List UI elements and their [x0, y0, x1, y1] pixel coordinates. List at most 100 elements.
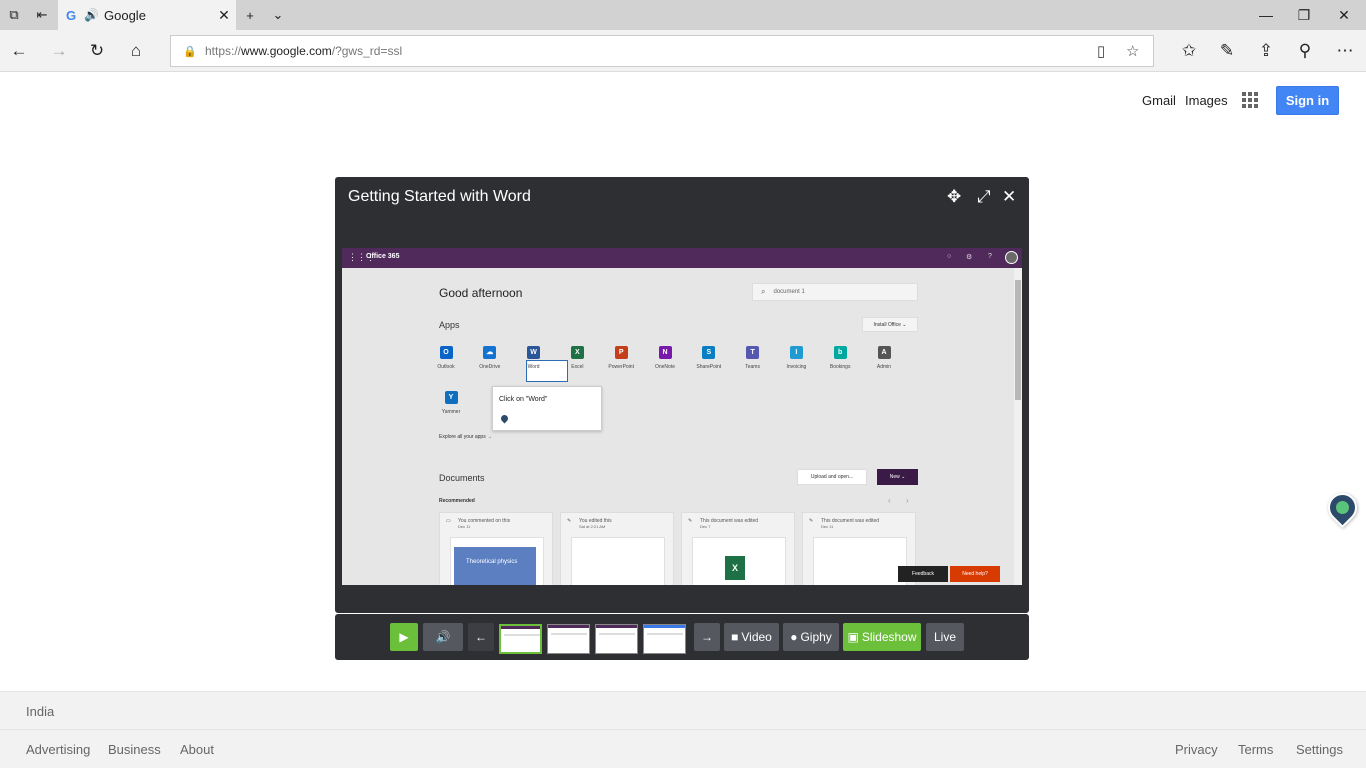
- office-app-tile[interactable]: X Excel: [557, 346, 597, 370]
- extension-badge-icon[interactable]: [1321, 486, 1364, 529]
- office-app-tile[interactable]: S SharePoint: [689, 346, 729, 370]
- step-thumbnail-1[interactable]: [499, 624, 542, 654]
- new-document-button[interactable]: New ⌄: [877, 469, 918, 485]
- address-bar[interactable]: 🔒 https:// www.google.com /?gws_rd=ssl ▯…: [170, 35, 1154, 67]
- footer-country-bar: India: [0, 691, 1366, 730]
- app-icon: T: [746, 346, 760, 359]
- footer-links: Advertising Business About Privacy Terms…: [0, 730, 1366, 768]
- tutorial-controls: ▶ 🔊 ← → ■ Video ● Giphy ▣ Slideshow Live: [335, 614, 1029, 660]
- more-options-icon[interactable]: ⋯: [1330, 36, 1360, 66]
- step-thumbnail-2[interactable]: [547, 624, 590, 654]
- explore-apps-link[interactable]: Explore all your apps →: [439, 434, 492, 440]
- install-office-button[interactable]: Install Office ⌄: [862, 317, 918, 332]
- footer-business-link[interactable]: Business: [108, 742, 161, 757]
- upload-open-button[interactable]: Upload and open...: [797, 469, 867, 485]
- office-app-tile[interactable]: I Invoicing: [776, 346, 816, 370]
- reading-view-icon[interactable]: ▯: [1097, 42, 1105, 60]
- gmail-link[interactable]: Gmail: [1142, 93, 1176, 108]
- browser-tab-google[interactable]: G 🔊 Google ✕: [58, 0, 236, 30]
- home-icon[interactable]: ⌂: [121, 36, 151, 66]
- extension-pin-icon[interactable]: ⚲: [1290, 36, 1320, 66]
- thumbnail-cover: Theoretical physics: [454, 547, 536, 585]
- app-label: Teams: [745, 364, 760, 370]
- next-chevron-icon[interactable]: ›: [906, 496, 909, 505]
- avatar[interactable]: [1005, 251, 1018, 264]
- step-thumbnail-4[interactable]: [643, 624, 686, 654]
- forward-arrow-icon[interactable]: →: [44, 36, 74, 66]
- speaker-icon[interactable]: 🔊: [84, 8, 104, 22]
- footer-privacy-link[interactable]: Privacy: [1175, 742, 1218, 757]
- card-date: Dec 11: [821, 524, 834, 529]
- footer-advertising-link[interactable]: Advertising: [26, 742, 90, 757]
- live-button[interactable]: Live: [926, 623, 964, 651]
- minimize-icon[interactable]: —: [1246, 0, 1286, 30]
- slideshow-button[interactable]: ▣ Slideshow: [843, 623, 921, 651]
- office-app-tile[interactable]: ☁ OneDrive: [470, 346, 510, 370]
- step-thumbnail-3[interactable]: [595, 624, 638, 654]
- next-step-button[interactable]: →: [694, 623, 720, 651]
- move-icon[interactable]: ✥: [947, 187, 961, 207]
- office-app-tile[interactable]: N OneNote: [645, 346, 685, 370]
- office-app-tile[interactable]: T Teams: [733, 346, 773, 370]
- lock-icon: 🔒: [183, 45, 197, 58]
- giphy-button[interactable]: ● Giphy: [783, 623, 839, 651]
- settings-gear-icon[interactable]: ⚙: [966, 253, 972, 261]
- app-label: OneNote: [654, 364, 675, 370]
- app-label: Bookings: [829, 364, 851, 370]
- slideshow-label: Slideshow: [861, 630, 917, 644]
- back-arrow-icon[interactable]: ←: [4, 36, 34, 66]
- refresh-icon[interactable]: ↻: [82, 36, 112, 66]
- favorite-star-icon[interactable]: ☆: [1126, 42, 1139, 60]
- bell-icon[interactable]: ○: [947, 253, 951, 260]
- card-thumbnail: [813, 537, 907, 585]
- office-scrollbar[interactable]: [1014, 268, 1022, 585]
- doc-card[interactable]: ✎ You edited this Sat at 2:21 AM: [560, 512, 674, 585]
- tab-preview-chevron-icon[interactable]: ⌄: [264, 0, 292, 30]
- previous-step-button[interactable]: ←: [468, 623, 494, 651]
- new-tab-icon[interactable]: +: [236, 0, 264, 30]
- office-app-tile[interactable]: O Outlook: [426, 346, 466, 370]
- browser-tab-bar: ⧉ ⇤ G 🔊 Google ✕ + ⌄ — ❐ ✕: [0, 0, 1366, 30]
- sign-in-button[interactable]: Sign in: [1276, 86, 1339, 115]
- office-app-tile[interactable]: Y Yammer: [431, 391, 471, 415]
- feedback-button[interactable]: Feedback: [898, 566, 948, 582]
- images-link[interactable]: Images: [1185, 93, 1228, 108]
- close-tab-icon[interactable]: ✕: [212, 7, 236, 24]
- doc-card[interactable]: ✎ This document was edited Dec 7 X: [681, 512, 795, 585]
- need-help-button[interactable]: Need help?: [950, 566, 1000, 582]
- modal-close-icon[interactable]: ✕: [1002, 187, 1016, 207]
- office-app-tile[interactable]: A Admin: [864, 346, 904, 370]
- documents-heading: Documents: [439, 473, 485, 483]
- footer-settings-link[interactable]: Settings: [1296, 742, 1343, 757]
- footer-terms-link[interactable]: Terms: [1238, 742, 1273, 757]
- restore-icon[interactable]: ❐: [1284, 0, 1324, 30]
- url-host: www.google.com: [241, 44, 332, 58]
- play-button[interactable]: ▶: [390, 623, 418, 651]
- prev-chevron-icon[interactable]: ‹: [888, 496, 891, 505]
- office-app-tile[interactable]: b Bookings: [820, 346, 860, 370]
- pen-icon[interactable]: ✎: [1212, 36, 1242, 66]
- office-search-input[interactable]: ⌕ document 1: [752, 283, 918, 301]
- video-button[interactable]: ■ Video: [724, 623, 779, 651]
- footer-about-link[interactable]: About: [180, 742, 214, 757]
- window-close-icon[interactable]: ✕: [1324, 0, 1364, 30]
- set-aside-tabs-icon[interactable]: ⇤: [28, 0, 56, 30]
- slideshow-icon: ▣: [847, 630, 859, 644]
- office-app-tile[interactable]: P PowerPoint: [601, 346, 641, 370]
- doc-card[interactable]: ▭ You commented on this Dec 11 Theoretic…: [439, 512, 553, 585]
- google-apps-grid-icon[interactable]: [1242, 92, 1258, 108]
- recommended-heading: Recommended: [439, 498, 475, 504]
- help-icon[interactable]: ?: [988, 253, 992, 260]
- favorites-hub-icon[interactable]: ✩: [1174, 36, 1204, 66]
- tooltip-pin-icon: [499, 413, 510, 424]
- office-header: ⋮⋮⋮ Office 365 ○ ⚙ ?: [342, 248, 1022, 268]
- tab-list-icon[interactable]: ⧉: [0, 0, 28, 30]
- app-label: SharePoint: [696, 364, 722, 370]
- video-label: Video: [741, 630, 772, 644]
- volume-button[interactable]: 🔊: [423, 623, 463, 651]
- excel-file-icon: X: [725, 556, 745, 580]
- app-icon: S: [702, 346, 716, 359]
- office-app-tile[interactable]: W Word: [514, 346, 554, 370]
- expand-icon[interactable]: ⤢: [977, 187, 991, 207]
- share-icon[interactable]: ⇪: [1251, 36, 1281, 66]
